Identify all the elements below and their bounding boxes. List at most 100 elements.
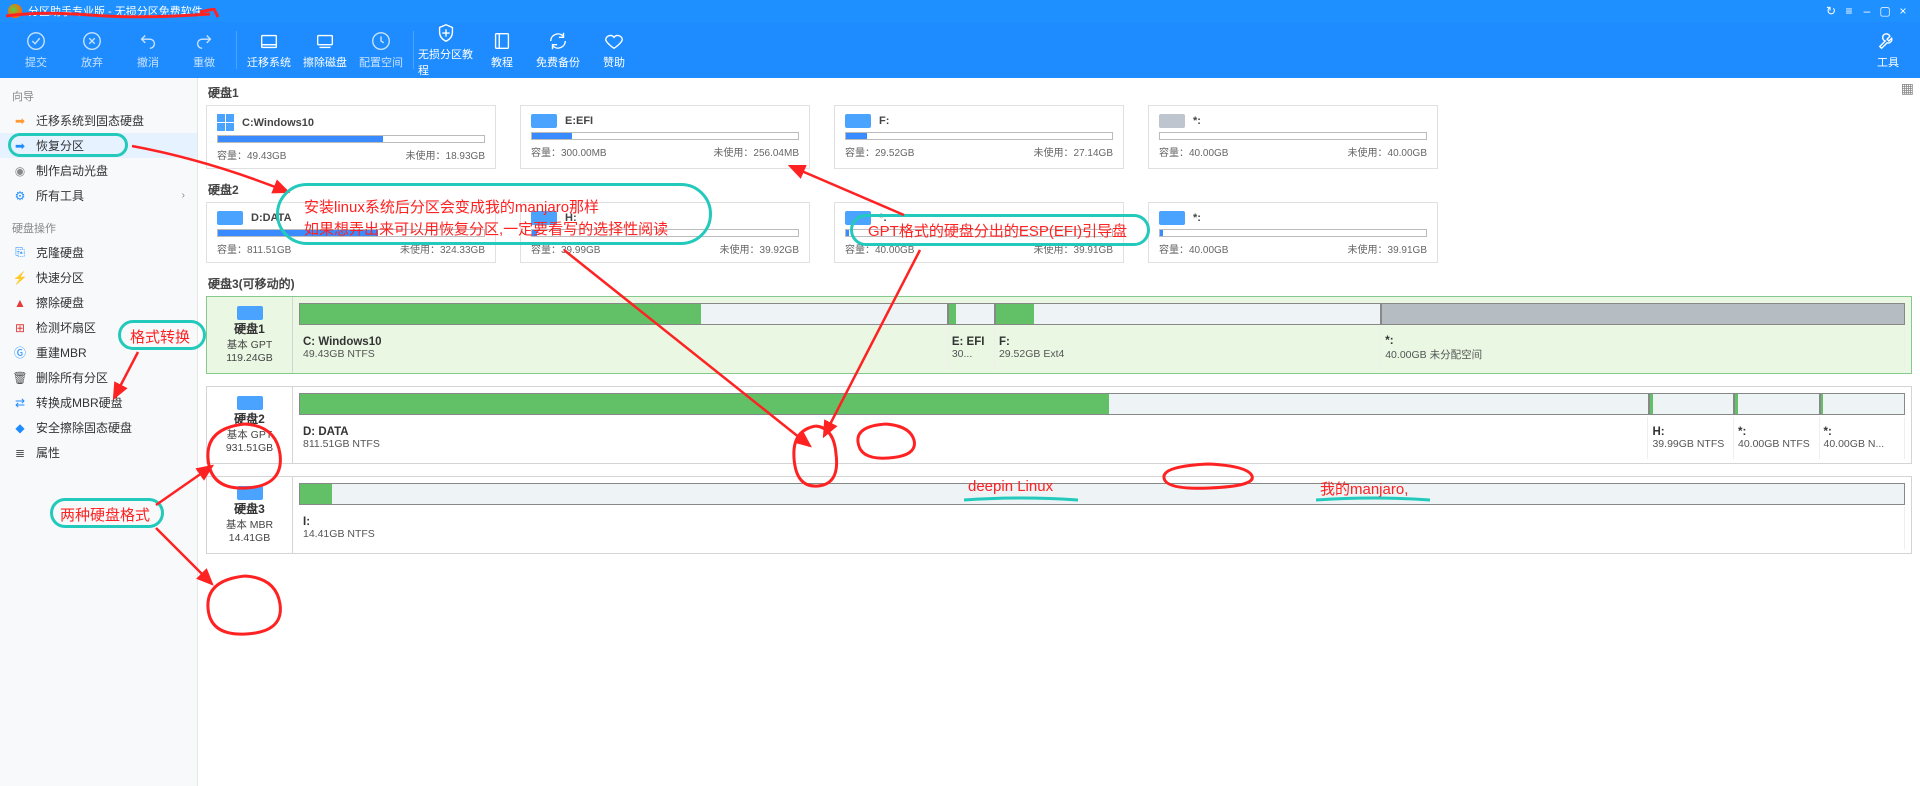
disk2-icon: [314, 30, 336, 52]
partition-label[interactable]: C: Windows1049.43GB NTFS: [299, 327, 948, 369]
partition-segment[interactable]: [948, 303, 995, 325]
partition-subtitle: 29.52GB Ext4: [999, 348, 1376, 360]
partition-label[interactable]: *:40.00GB N...: [1820, 417, 1906, 459]
sidebar-item-label: 迁移系统到固态硬盘: [36, 112, 144, 129]
toolbar-commit-button: 提交: [8, 22, 64, 78]
capacity-label: 容量：29.52GB: [845, 144, 914, 159]
sidebar-item[interactable]: ➡恢复分区: [0, 133, 197, 158]
capacity-label: 容量：39.99GB: [531, 241, 600, 256]
partition-card[interactable]: *:容量：40.00GB未使用：39.91GB: [834, 202, 1124, 263]
unused-label: 未使用：256.04MB: [713, 144, 799, 159]
toolbar-label: 免费备份: [536, 54, 580, 70]
sidebar-item[interactable]: ⊞检测坏扇区: [0, 315, 197, 340]
chevron-right-icon: ›: [182, 190, 185, 201]
capacity-label: 容量：40.00GB: [1159, 241, 1228, 256]
unused-label: 未使用：40.00GB: [1348, 144, 1427, 159]
partition-card[interactable]: F:容量：29.52GB未使用：27.14GB: [834, 105, 1124, 169]
toolbar-undo-button: 撤消: [120, 22, 176, 78]
partition-title: C: Windows10: [303, 336, 943, 348]
toolbar-space-button: 配置空间: [353, 22, 409, 78]
unused-label: 未使用：27.14GB: [1034, 144, 1113, 159]
partition-segment[interactable]: [1734, 393, 1819, 415]
disk-bar: [299, 393, 1905, 415]
sidebar-item[interactable]: 🗑删除所有分区: [0, 365, 197, 390]
partition-label[interactable]: E: EFI30...: [948, 327, 995, 369]
minimize-button[interactable]: –: [1858, 4, 1876, 18]
redo-icon: [193, 30, 215, 52]
toolbar-tutorial1-button[interactable]: 无损分区教程: [418, 22, 474, 78]
partition-label[interactable]: I:14.41GB NTFS: [299, 507, 1905, 549]
partition-card[interactable]: C:Windows10容量：49.43GB未使用：18.93GB: [206, 105, 496, 169]
disk-map-row[interactable]: 硬盘3基本 MBR14.41GBI:14.41GB NTFS: [206, 476, 1912, 554]
partition-title: E: EFI: [952, 336, 990, 348]
refresh-icon[interactable]: ↻: [1822, 4, 1840, 18]
heart-icon: [603, 30, 625, 52]
partition-label[interactable]: *:40.00GB 未分配空间: [1381, 327, 1905, 369]
sidebar-item[interactable]: ◉制作启动光盘: [0, 158, 197, 183]
capacity-label: 容量：49.43GB: [217, 147, 286, 162]
sidebar-group-title: 向导: [0, 84, 197, 108]
partition-segment[interactable]: [299, 483, 1905, 505]
partition-segment[interactable]: [1649, 393, 1734, 415]
close-button[interactable]: ×: [1894, 4, 1912, 18]
sidebar-item[interactable]: ⚡快速分区: [0, 265, 197, 290]
toolbar-tutorial2-button[interactable]: 教程: [474, 22, 530, 78]
toolbar-label: 撤消: [137, 54, 159, 70]
menu-icon[interactable]: ≡: [1840, 4, 1858, 18]
partition-title: *:: [1824, 426, 1901, 438]
sidebar-item-label: 安全擦除固态硬盘: [36, 419, 132, 436]
partition-segment[interactable]: [299, 303, 948, 325]
sidebar-item[interactable]: ◆安全擦除固态硬盘: [0, 415, 197, 440]
partition-label[interactable]: *:40.00GB NTFS: [1734, 417, 1820, 459]
toolbar-donate-button[interactable]: 赞助: [586, 22, 642, 78]
disk-map-row[interactable]: 硬盘1基本 GPT119.24GBC: Windows1049.43GB NTF…: [206, 296, 1912, 374]
disk-name: 硬盘2: [234, 410, 265, 427]
toolbar-wipe-button[interactable]: 擦除磁盘: [297, 22, 353, 78]
sidebar-item[interactable]: ⚙所有工具›: [0, 183, 197, 208]
toolbar-redo-button: 重做: [176, 22, 232, 78]
refresh-icon: [547, 30, 569, 52]
partition-card[interactable]: *:容量：40.00GB未使用：39.91GB: [1148, 202, 1438, 263]
sidebar-item[interactable]: ➡迁移系统到固态硬盘: [0, 108, 197, 133]
usage-bar: [845, 132, 1113, 140]
title-bar: 分区助手专业版 - 无损分区免费软件 ↻ ≡ – ▢ ×: [0, 0, 1920, 22]
sidebar-item[interactable]: ≣属性: [0, 440, 197, 465]
x-icon: [81, 30, 103, 52]
toolbar-backup-button[interactable]: 免费备份: [530, 22, 586, 78]
tools-button[interactable]: 工具: [1860, 22, 1916, 78]
unused-label: 未使用：39.92GB: [720, 241, 799, 256]
partition-label[interactable]: D: DATA811.51GB NTFS: [299, 417, 1648, 459]
toolbar-label: 教程: [491, 54, 513, 70]
partition-card[interactable]: E:EFI容量：300.00MB未使用：256.04MB: [520, 105, 810, 169]
partition-subtitle: 30...: [952, 348, 990, 360]
partition-title: F:: [999, 336, 1376, 348]
disk-section-title: 硬盘2: [208, 181, 1912, 198]
partition-subtitle: 811.51GB NTFS: [303, 438, 1643, 450]
usage-bar: [531, 132, 799, 140]
partition-segment[interactable]: [299, 393, 1649, 415]
sidebar-item[interactable]: Ⓖ重建MBR: [0, 340, 197, 365]
partition-label[interactable]: F:29.52GB Ext4: [995, 327, 1381, 369]
shield-icon: [435, 22, 457, 44]
sidebar-item[interactable]: ⇄转换成MBR硬盘: [0, 390, 197, 415]
maximize-button[interactable]: ▢: [1876, 4, 1894, 18]
disk-labels: C: Windows1049.43GB NTFSE: EFI30...F:29.…: [293, 325, 1911, 373]
sidebar-item-label: 删除所有分区: [36, 369, 108, 386]
partition-segment[interactable]: [1820, 393, 1905, 415]
unused-label: 未使用：324.33GB: [400, 241, 485, 256]
view-toggle-icon[interactable]: ▦: [1901, 80, 1914, 97]
sidebar-item[interactable]: ⎘克隆硬盘: [0, 240, 197, 265]
partition-segment[interactable]: [995, 303, 1381, 325]
toolbar-label: 提交: [25, 54, 47, 70]
disk-map-row[interactable]: 硬盘2基本 GPT931.51GBD: DATA811.51GB NTFSH:3…: [206, 386, 1912, 464]
partition-label[interactable]: H:39.99GB NTFS: [1648, 417, 1734, 459]
partition-card[interactable]: *:容量：40.00GB未使用：40.00GB: [1148, 105, 1438, 169]
partition-segment[interactable]: [1381, 303, 1905, 325]
sidebar-item[interactable]: ▲擦除硬盘: [0, 290, 197, 315]
partition-card[interactable]: H:容量：39.99GB未使用：39.92GB: [520, 202, 810, 263]
partition-name: *:: [1193, 115, 1201, 127]
partition-subtitle: 40.00GB N...: [1824, 438, 1901, 450]
sidebar-item-label: 恢复分区: [36, 137, 84, 154]
partition-card[interactable]: D:DATA容量：811.51GB未使用：324.33GB: [206, 202, 496, 263]
toolbar-migrate-button[interactable]: 迁移系统: [241, 22, 297, 78]
